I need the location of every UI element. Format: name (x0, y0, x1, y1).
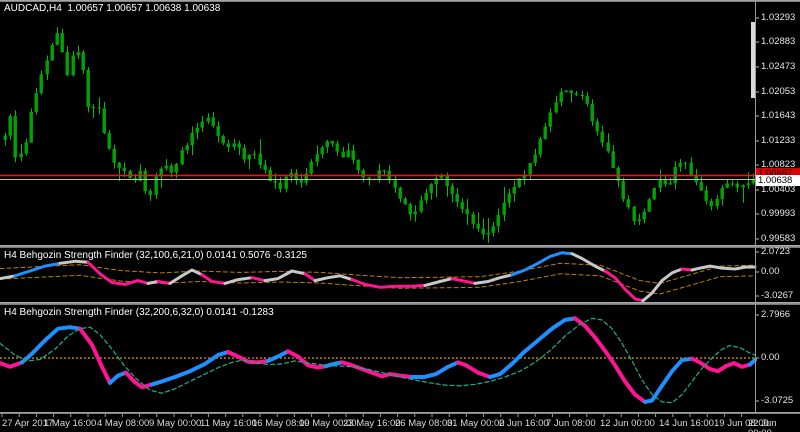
price-axis-label: 0.00 (761, 352, 780, 363)
indicator2-caption: H4 Behgozin Strength Finder (32,200,6,32… (4, 307, 274, 318)
time-axis-label: 9 May 00:00 (149, 418, 202, 429)
time-axis-label: 11 May 16:00 (200, 418, 257, 429)
price-axis-label: 1.01233 (761, 135, 796, 146)
price-axis-label: 1.02053 (761, 86, 796, 97)
time-axis-label: 22 Jun 00:00 (748, 418, 777, 432)
symbol-period-label: AUDCAD,H4 (4, 3, 62, 14)
price-axis-label: 1.00403 (761, 184, 796, 195)
price-axis-label: -3.0725 (761, 395, 794, 406)
chart-plot-area[interactable] (0, 0, 800, 432)
indicator1-caption: H4 Behgozin Strength Finder (32,100,6,21… (4, 250, 307, 261)
time-axis-label: 12 Jun 00:00 (600, 418, 655, 429)
price-axis-label: -3.0267 (761, 290, 794, 301)
price-axis-label: 0.99583 (761, 233, 796, 244)
price-axis-label: 1.01643 (761, 110, 796, 121)
pane-divider-indicator2[interactable] (0, 302, 800, 305)
time-axis-label: 31 May 00:00 (447, 418, 505, 429)
time-axis-label: 14 Jun 16:00 (659, 418, 714, 429)
ohlc-values: 1.00657 1.00657 1.00638 1.00638 (67, 3, 221, 14)
price-axis-label: 1.03293 (761, 12, 796, 23)
price-axis-label: 0.99993 (761, 208, 796, 219)
window-top-border (0, 0, 800, 2)
pane-divider-indicator1[interactable] (0, 245, 800, 248)
price-axis-label: 2.0723 (761, 246, 791, 257)
price-axis-label: 0.00 (761, 266, 780, 277)
time-axis-label: 2 Jun 16:00 (499, 418, 549, 429)
price-axis-label: 1.02883 (761, 36, 796, 47)
price-axis-label: 1.02473 (761, 61, 796, 72)
price-axis-separator (755, 0, 756, 412)
bid-price-tag: 1.00638 (756, 175, 800, 186)
time-axis-label: 1 May 16:00 (44, 418, 97, 429)
time-axis-label: 26 May 08:00 (395, 418, 453, 429)
time-axis-label: 4 May 08:00 (97, 418, 150, 429)
time-axis-border (0, 412, 800, 414)
mt4-chart-window: AUDCAD,H4 1.00657 1.00657 1.00638 1.0063… (0, 0, 800, 432)
chart-title: AUDCAD,H4 1.00657 1.00657 1.00638 1.0063… (4, 3, 220, 14)
time-axis-label: 23 May 16:00 (343, 418, 401, 429)
price-axis-label: 2.7966 (761, 309, 791, 320)
time-axis-label: 7 Jun 08:00 (546, 418, 596, 429)
